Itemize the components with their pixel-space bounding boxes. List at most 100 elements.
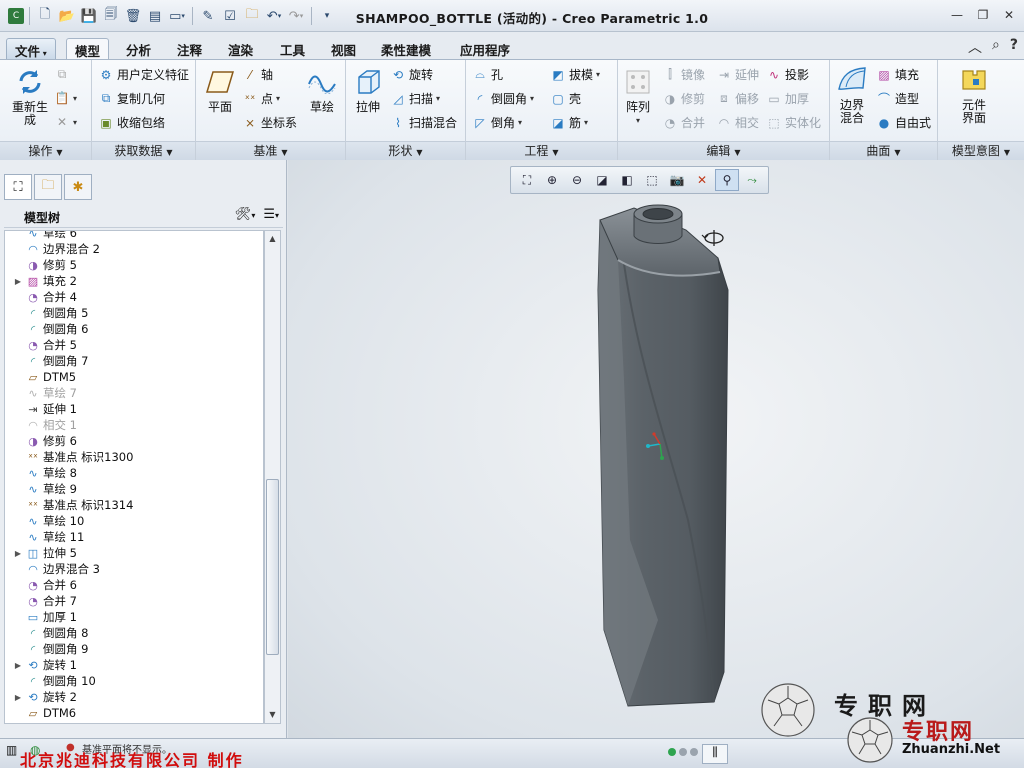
- regenerate-button[interactable]: 重新生 成: [8, 66, 52, 127]
- paste-icon[interactable]: 📋 ▾: [54, 90, 78, 106]
- tree-item[interactable]: ◠ 边界混合 3: [5, 561, 263, 577]
- copy-geometry-button[interactable]: ⧉ 复制几何: [98, 90, 165, 107]
- search-icon[interactable]: ⌕: [992, 37, 1000, 57]
- shrinkwrap-button[interactable]: ▣ 收缩包络: [98, 114, 165, 131]
- tab-view[interactable]: 视图: [323, 38, 364, 60]
- tab-annotate[interactable]: 注释: [169, 38, 210, 60]
- group-label-engineering[interactable]: 工程 ▼: [466, 141, 617, 160]
- tree-item[interactable]: ◔ 合并 5: [5, 337, 263, 353]
- folder-browser-tab-icon[interactable]: 🗀: [34, 174, 62, 200]
- tree-item[interactable]: ⇥ 延伸 1: [5, 401, 263, 417]
- fill-button[interactable]: ▨ 填充: [876, 66, 919, 83]
- model-tree-tab-icon[interactable]: ⛶: [4, 174, 32, 200]
- extrude-button[interactable]: 拉伸: [350, 66, 386, 114]
- group-label-operations[interactable]: 操作 ▼: [0, 141, 91, 160]
- file-menu[interactable]: 文件 ▾: [6, 38, 56, 60]
- minimize-icon[interactable]: —: [948, 6, 966, 24]
- sketch-button[interactable]: 草绘: [304, 66, 340, 114]
- tree-item[interactable]: ◜ 倒圆角 7: [5, 353, 263, 369]
- scroll-down-icon[interactable]: ▼: [265, 707, 280, 723]
- tree-item[interactable]: ◠ 相交 1: [5, 417, 263, 433]
- hole-button[interactable]: ⌓ 孔: [472, 66, 503, 83]
- tree-item[interactable]: ▶ ▨ 填充 2: [5, 273, 263, 289]
- tree-settings-icon[interactable]: 🛠▾: [235, 207, 256, 222]
- tree-item[interactable]: ◜ 倒圆角 10: [5, 673, 263, 689]
- tree-item[interactable]: ◔ 合并 6: [5, 577, 263, 593]
- mirror-button[interactable]: ⫿ 镜像: [662, 66, 705, 83]
- draft-button[interactable]: ◩ 拔模 ▾: [550, 66, 600, 83]
- pattern-button[interactable]: 阵列 ▾: [620, 66, 656, 127]
- tree-item[interactable]: ◠ 边界混合 2: [5, 241, 263, 257]
- tree-item[interactable]: ▶ ⟲ 旋转 2: [5, 689, 263, 705]
- expand-arrow-icon[interactable]: ▶: [11, 549, 25, 558]
- scroll-up-icon[interactable]: ▲: [265, 231, 280, 247]
- tree-item[interactable]: ◔ 合并 7: [5, 593, 263, 609]
- intersect-button[interactable]: ◠ 相交: [716, 114, 759, 131]
- tab-analysis[interactable]: 分析: [118, 38, 159, 60]
- shell-button[interactable]: ▢ 壳: [550, 90, 581, 107]
- expand-arrow-icon[interactable]: ▶: [11, 693, 25, 702]
- collapse-ribbon-icon[interactable]: ︿: [968, 37, 982, 57]
- axis-button[interactable]: ⁄ 轴: [242, 66, 273, 83]
- sweep-button[interactable]: ◿ 扫描 ▾: [390, 90, 440, 107]
- freestyle-button[interactable]: ● 自由式: [876, 114, 931, 131]
- tree-item[interactable]: ◜ 倒圆角 9: [5, 641, 263, 657]
- tree-item[interactable]: ∿ 草绘 10: [5, 513, 263, 529]
- solidify-button[interactable]: ⬚ 实体化: [766, 114, 821, 131]
- tree-item[interactable]: ▶ ⟲ 旋转 1: [5, 657, 263, 673]
- tree-item[interactable]: ∿ 草绘 11: [5, 529, 263, 545]
- tree-item[interactable]: ▱ DTM6: [5, 705, 263, 721]
- tree-item[interactable]: ▱ DTM5: [5, 369, 263, 385]
- project-button[interactable]: ∿ 投影: [766, 66, 809, 83]
- tree-item[interactable]: ∿ 草绘 6: [5, 231, 263, 241]
- tree-item[interactable]: ◔ 合并 4: [5, 289, 263, 305]
- extend-button[interactable]: ⇥ 延伸: [716, 66, 759, 83]
- tree-item[interactable]: ◑ 修剪 5: [5, 257, 263, 273]
- tree-item[interactable]: ▭ 加厚 1: [5, 609, 263, 625]
- offset-button[interactable]: ⧈ 偏移: [716, 90, 759, 107]
- component-interface-button[interactable]: 元件 界面: [952, 64, 996, 125]
- tree-item[interactable]: ◜ 倒圆角 6: [5, 321, 263, 337]
- help-icon[interactable]: ?: [1010, 37, 1018, 57]
- tab-tools[interactable]: 工具: [272, 38, 313, 60]
- tree-item[interactable]: ▶ ◫ 拉伸 5: [5, 545, 263, 561]
- tab-flexible-modeling[interactable]: 柔性建模: [373, 38, 439, 60]
- tree-item[interactable]: ˣˣ 基准点 标识1314: [5, 497, 263, 513]
- plane-button[interactable]: 平面: [202, 66, 238, 114]
- style-button[interactable]: ⌒ 造型: [876, 90, 919, 107]
- tree-item[interactable]: ˣˣ 基准点 标识1300: [5, 449, 263, 465]
- group-label-editing[interactable]: 编辑 ▼: [618, 141, 829, 160]
- tree-item[interactable]: ◜ 倒圆角 5: [5, 305, 263, 321]
- tree-show-icon[interactable]: ☰▾: [263, 207, 279, 222]
- selection-filter-icon[interactable]: ⫼: [702, 744, 728, 764]
- group-label-surfaces[interactable]: 曲面 ▼: [830, 141, 937, 160]
- tree-item[interactable]: ◜ 倒圆角 8: [5, 625, 263, 641]
- swept-blend-button[interactable]: ⌇ 扫描混合: [390, 114, 457, 131]
- thicken-button[interactable]: ▭ 加厚: [766, 90, 809, 107]
- copy-icon[interactable]: ⧉: [54, 66, 70, 82]
- round-button[interactable]: ◜ 倒圆角 ▾: [472, 90, 534, 107]
- graphics-window[interactable]: ⛶ ⊕ ⊖ ◪ ◧ ⬚ 📷 ✕ ⚲ ⤳: [288, 160, 1024, 738]
- udf-button[interactable]: ⚙ 用户定义特征: [98, 66, 189, 83]
- rib-button[interactable]: ◪ 筋 ▾: [550, 114, 588, 131]
- chamfer-button[interactable]: ◸ 倒角 ▾: [472, 114, 522, 131]
- group-label-shapes[interactable]: 形状 ▼: [346, 141, 465, 160]
- merge-button[interactable]: ◔ 合并: [662, 114, 705, 131]
- tab-model[interactable]: 模型: [66, 38, 110, 60]
- expand-arrow-icon[interactable]: ▶: [11, 277, 25, 286]
- restore-icon[interactable]: ❐: [974, 6, 992, 24]
- expand-arrow-icon[interactable]: ▶: [11, 661, 25, 670]
- group-label-datum[interactable]: 基准 ▼: [196, 141, 345, 160]
- delete-icon[interactable]: ✕ ▾: [54, 114, 77, 130]
- shampoo-bottle-model[interactable]: [597, 204, 729, 707]
- revolve-button[interactable]: ⟲ 旋转: [390, 66, 433, 83]
- tab-render[interactable]: 渲染: [220, 38, 261, 60]
- close-icon[interactable]: ✕: [1000, 6, 1018, 24]
- favorites-tab-icon[interactable]: ✱: [64, 174, 92, 200]
- tree-item[interactable]: ∿ 草绘 9: [5, 481, 263, 497]
- tree-scrollbar[interactable]: ▲ ▼: [264, 230, 281, 724]
- tree-item[interactable]: ∿ 草绘 8: [5, 465, 263, 481]
- group-label-model-intent[interactable]: 模型意图 ▼: [938, 141, 1024, 160]
- scroll-thumb[interactable]: [266, 479, 279, 655]
- group-label-get-data[interactable]: 获取数据 ▼: [92, 141, 195, 160]
